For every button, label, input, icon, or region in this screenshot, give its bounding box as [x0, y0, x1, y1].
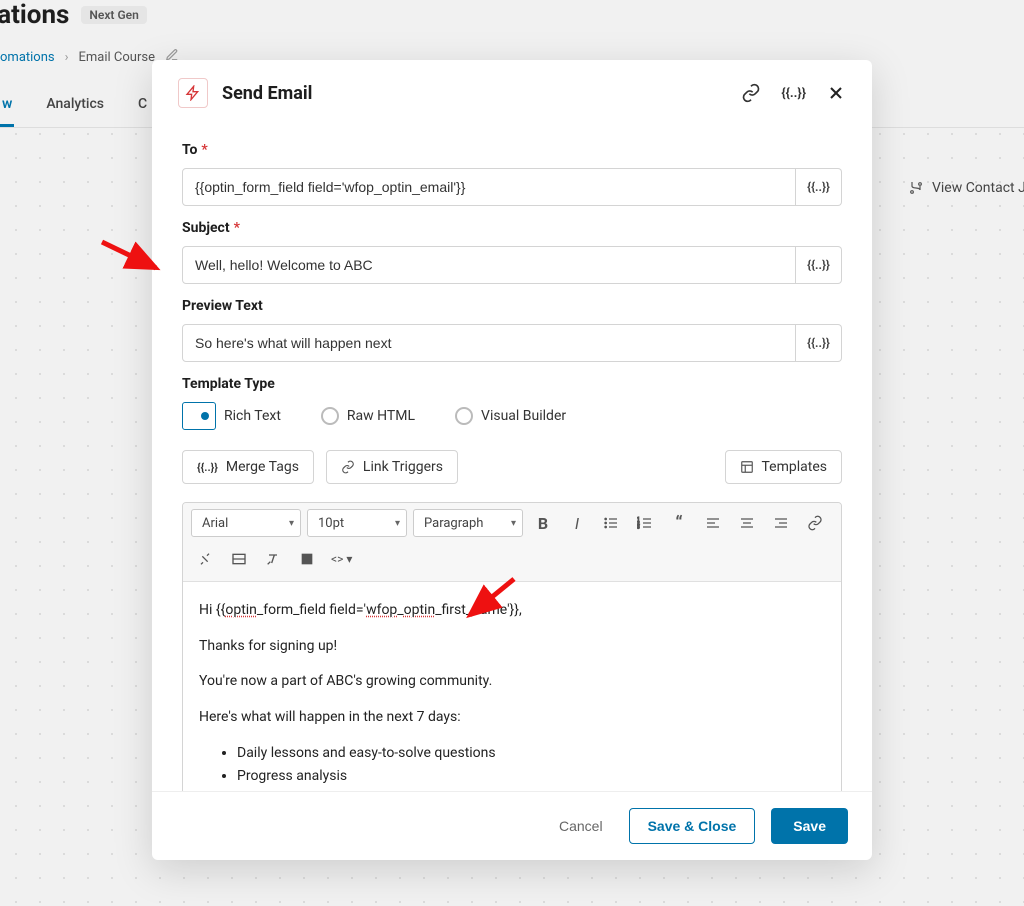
save-close-button[interactable]: Save & Close [629, 808, 756, 844]
italic-icon[interactable]: I [563, 509, 591, 537]
numbered-list-icon[interactable]: 123 [631, 509, 659, 537]
templates-button[interactable]: Templates [725, 450, 843, 484]
fullscreen-icon[interactable] [293, 545, 321, 573]
close-icon[interactable] [826, 83, 846, 103]
font-family-select[interactable]: Arial [191, 509, 301, 537]
font-size-select[interactable]: 10pt [307, 509, 407, 537]
preview-merge-button[interactable]: {{..}} [796, 324, 842, 362]
radio-icon [455, 407, 473, 425]
link-icon[interactable] [741, 83, 761, 103]
merge-tag-icon: {{..}} [197, 461, 218, 474]
modal-title: Send Email [222, 83, 312, 104]
subject-input[interactable] [182, 246, 796, 284]
template-type-label: Template Type [182, 376, 842, 392]
block-format-select[interactable]: Paragraph [413, 509, 523, 537]
preview-text-label: Preview Text [182, 298, 842, 314]
bullet-list-icon[interactable] [597, 509, 625, 537]
hr-icon[interactable] [225, 545, 253, 573]
preview-text-input[interactable] [182, 324, 796, 362]
bolt-icon [178, 78, 208, 108]
merge-tags-button[interactable]: {{..}} Merge Tags [182, 450, 314, 484]
quote-icon[interactable]: “ [665, 509, 693, 537]
code-view-icon[interactable]: <> ▾ [327, 545, 356, 573]
radio-icon [182, 402, 216, 430]
align-center-icon[interactable] [733, 509, 761, 537]
radio-raw-html[interactable]: Raw HTML [321, 407, 415, 425]
align-left-icon[interactable] [699, 509, 727, 537]
svg-text:3: 3 [637, 524, 640, 530]
editor-body[interactable]: Hi {{optin_form_field field='wfop_optin_… [183, 582, 841, 791]
link-icon [341, 460, 355, 474]
subject-label: Subject* [182, 220, 842, 236]
bold-icon[interactable]: B [529, 509, 557, 537]
to-merge-button[interactable]: {{..}} [796, 168, 842, 206]
radio-visual-builder[interactable]: Visual Builder [455, 407, 566, 425]
send-email-modal: Send Email {{..}} To* {{..}} Sub [152, 60, 872, 860]
to-label: To* [182, 142, 842, 158]
template-icon [740, 460, 754, 474]
radio-icon [321, 407, 339, 425]
to-input[interactable] [182, 168, 796, 206]
link-triggers-button[interactable]: Link Triggers [326, 450, 458, 484]
insert-link-icon[interactable] [801, 509, 829, 537]
cancel-button[interactable]: Cancel [549, 810, 613, 842]
align-right-icon[interactable] [767, 509, 795, 537]
unlink-icon[interactable] [191, 545, 219, 573]
clear-format-icon[interactable] [259, 545, 287, 573]
merge-tag-icon[interactable]: {{..}} [781, 86, 806, 101]
radio-rich-text[interactable]: Rich Text [182, 402, 281, 430]
save-button[interactable]: Save [771, 808, 848, 844]
rich-text-editor: Arial 10pt Paragraph B I 123 “ [182, 502, 842, 791]
subject-merge-button[interactable]: {{..}} [796, 246, 842, 284]
